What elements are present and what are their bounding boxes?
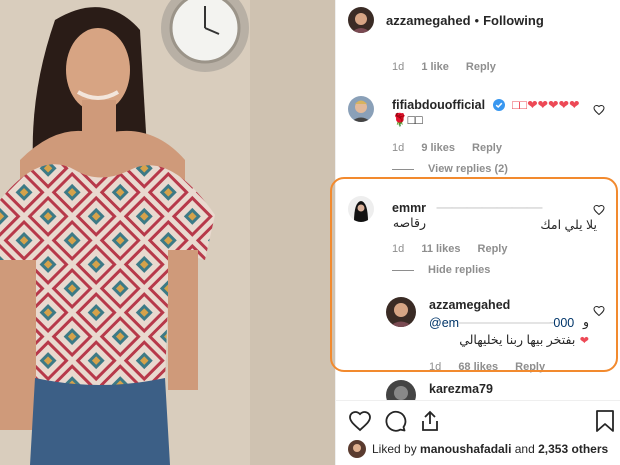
comment-username[interactable]: azzamegahed [429, 298, 510, 312]
divider [392, 168, 414, 170]
comment-item: fifiabdouofficial □□❤❤❤❤❤ 🌹□□ 1d 9 likes… [336, 92, 620, 182]
mention-link[interactable]: @em [429, 316, 459, 330]
comment-meta: 1d 68 likes Reply [429, 361, 559, 373]
comment-meta: 1d 1 like Reply [392, 61, 510, 73]
liked-by-user[interactable]: manoushafadali [420, 442, 511, 456]
comment-likes[interactable]: 1 like [421, 61, 449, 73]
comment-icon[interactable] [383, 409, 407, 433]
header-separator: • [474, 12, 480, 28]
avatar[interactable] [348, 196, 374, 222]
action-bar [336, 400, 620, 438]
reply-item: azzamegahed @em——————-000 و ❤ بفتخر بيها… [336, 293, 620, 373]
comment-text-line2: 🌹□□ [392, 113, 423, 127]
comment-username[interactable]: fifiabdouofficial [392, 98, 485, 112]
avatar[interactable] [386, 297, 416, 327]
view-replies-button[interactable]: View replies (2) [392, 163, 508, 175]
mention-link-end[interactable]: 000 [553, 316, 574, 330]
comment-meta: 1d 9 likes Reply [392, 142, 516, 154]
liked-by-prefix: Liked by [372, 442, 417, 456]
comment-time: 1d [392, 142, 405, 154]
bookmark-icon[interactable] [594, 409, 616, 433]
liked-by-and: and [514, 442, 535, 456]
like-comment-heart-icon[interactable] [593, 104, 605, 116]
red-heart-emoji: ❤ [579, 335, 589, 347]
post-header: azzamegahed • Following [336, 0, 620, 40]
comment-likes[interactable]: 9 likes [421, 142, 455, 154]
comment-time: 1d [392, 61, 405, 73]
heart-icon[interactable] [348, 409, 372, 433]
comment-text-line2: رقاصه [392, 216, 426, 230]
divider [392, 269, 414, 271]
hide-replies-button[interactable]: Hide replies [392, 264, 490, 276]
comment-text-and: و [582, 315, 589, 329]
verified-badge-icon [492, 98, 505, 116]
avatar[interactable] [348, 440, 366, 458]
comment-username[interactable]: emmr [392, 201, 426, 215]
comment-text: يلا يلي امك [540, 218, 597, 232]
comment-item: karezma79 [336, 378, 620, 400]
comment-item: emmr ——————— يلا يلي امك رقاصه 1d 11 lik… [336, 192, 620, 277]
reply-button[interactable]: Reply [466, 61, 496, 73]
comment-text: □□❤❤❤❤❤ [511, 98, 580, 112]
redacted-text: ——————— [436, 199, 543, 216]
liked-by: Liked by manoushafadali and 2,353 others [348, 440, 608, 458]
comment-likes[interactable]: 11 likes [421, 243, 460, 255]
reply-button[interactable]: Reply [515, 361, 545, 373]
share-icon[interactable] [418, 409, 442, 433]
comment-text: بفتخر بيها ربنا يخليهالي [459, 333, 576, 347]
comment-time: 1d [429, 361, 442, 373]
comment-time: 1d [392, 243, 405, 255]
like-comment-heart-icon[interactable] [593, 204, 605, 216]
liked-by-others[interactable]: 2,353 others [538, 442, 608, 456]
like-comment-heart-icon[interactable] [593, 305, 605, 317]
hide-replies-label: Hide replies [428, 264, 491, 276]
avatar[interactable] [386, 380, 416, 400]
comment-meta: 1d 11 likes Reply [392, 243, 522, 255]
comment-username[interactable]: karezma79 [429, 382, 493, 396]
avatar[interactable] [348, 96, 374, 122]
post-photo [0, 0, 335, 465]
header-username[interactable]: azzamegahed [386, 13, 471, 28]
avatar[interactable] [348, 7, 374, 33]
reply-button[interactable]: Reply [472, 142, 502, 154]
follow-status[interactable]: Following [483, 13, 544, 28]
redacted-text: ——————- [459, 314, 554, 331]
comment-likes[interactable]: 68 likes [458, 361, 498, 373]
reply-button[interactable]: Reply [478, 243, 508, 255]
view-replies-label: View replies (2) [428, 163, 508, 175]
comments-panel: azzamegahed • Following 1d 1 like Reply … [335, 0, 620, 465]
